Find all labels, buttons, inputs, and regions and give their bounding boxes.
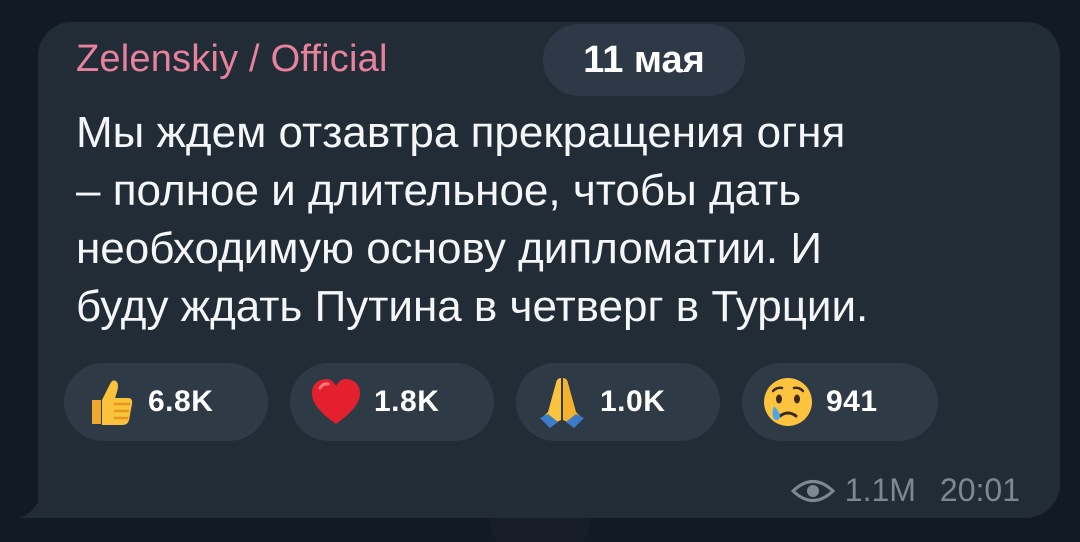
folded-hands-icon (534, 374, 590, 430)
reaction-folded-hands[interactable]: 1.0K (516, 363, 720, 441)
date-badge: 11 мая (543, 24, 745, 96)
message-meta: 1.1M 20:01 (790, 472, 1020, 509)
crying-face-icon (760, 374, 816, 430)
red-heart-icon (308, 374, 364, 430)
reaction-count: 6.8K (148, 385, 214, 418)
message-text: Мы ждем отзавтра прекращения огня – полн… (76, 104, 1036, 336)
message-bubble[interactable]: Zelenskiy / Official 11 мая Мы ждем отза… (38, 22, 1060, 518)
reaction-count: 1.8K (374, 385, 440, 418)
message-line: буду ждать Путина в четверг в Турции. (76, 282, 869, 331)
view-count: 1.1M (844, 472, 916, 508)
reactions-bar: 6.8K 1.8K 1.0K 941 (64, 363, 938, 441)
message-time: 20:01 (939, 472, 1020, 508)
channel-sender-name[interactable]: Zelenskiy / Official (76, 38, 388, 81)
reaction-count: 1.0K (600, 385, 666, 418)
message-line: необходимую основу дипломатии. И (76, 224, 822, 273)
message-line: Мы ждем отзавтра прекращения огня (76, 108, 846, 157)
reaction-thumbs-up[interactable]: 6.8K (64, 363, 268, 441)
reaction-heart[interactable]: 1.8K (290, 363, 494, 441)
thumbs-up-icon (82, 374, 138, 430)
reaction-crying[interactable]: 941 (742, 363, 938, 441)
message-line: – полное и длительное, чтобы дать (76, 166, 802, 215)
eye-icon (790, 479, 835, 502)
reaction-count: 941 (826, 385, 878, 418)
